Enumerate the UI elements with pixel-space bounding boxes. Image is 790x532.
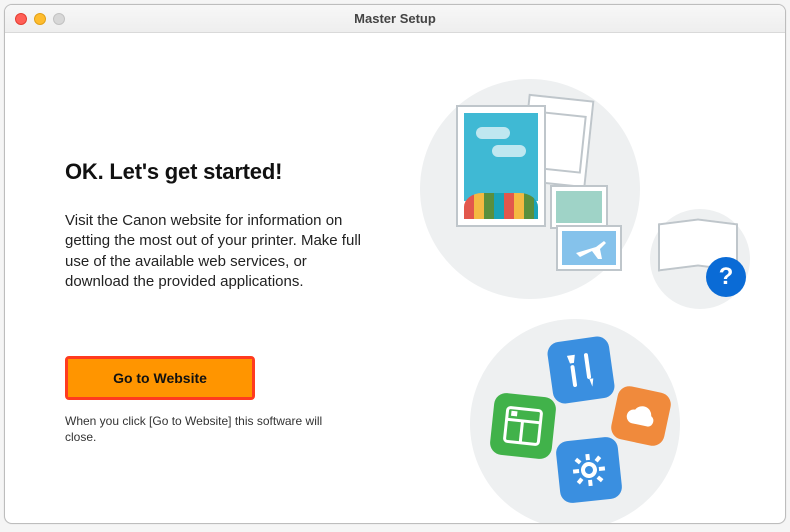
titlebar: Master Setup (5, 5, 785, 33)
left-pane: OK. Let's get started! Visit the Canon w… (5, 33, 395, 523)
help-question-icon: ? (706, 257, 746, 297)
window-title: Master Setup (5, 11, 785, 26)
content-area: OK. Let's get started! Visit the Canon w… (5, 33, 785, 523)
illustration-area: ? (400, 69, 780, 524)
window-controls (15, 13, 65, 25)
photo-airplane-icon (556, 225, 622, 271)
app-window: Master Setup OK. Let's get started! Visi… (4, 4, 786, 524)
app-tile-cloud-icon (609, 384, 673, 448)
app-tile-gear-icon (555, 436, 623, 504)
app-tile-tools-icon (546, 335, 616, 405)
minimize-icon[interactable] (34, 13, 46, 25)
description-text: Visit the Canon website for information … (65, 211, 365, 292)
photo-print-small-icon (550, 185, 608, 229)
app-tile-layout-icon (489, 392, 557, 460)
page-heading: OK. Let's get started! (65, 159, 395, 185)
highlight-ring: Go to Website (65, 356, 255, 400)
maximize-icon (53, 13, 65, 25)
photo-print-large-icon (456, 105, 546, 227)
go-to-website-button[interactable]: Go to Website (68, 359, 252, 397)
footnote-text: When you click [Go to Website] this soft… (65, 414, 325, 445)
close-icon[interactable] (15, 13, 27, 25)
